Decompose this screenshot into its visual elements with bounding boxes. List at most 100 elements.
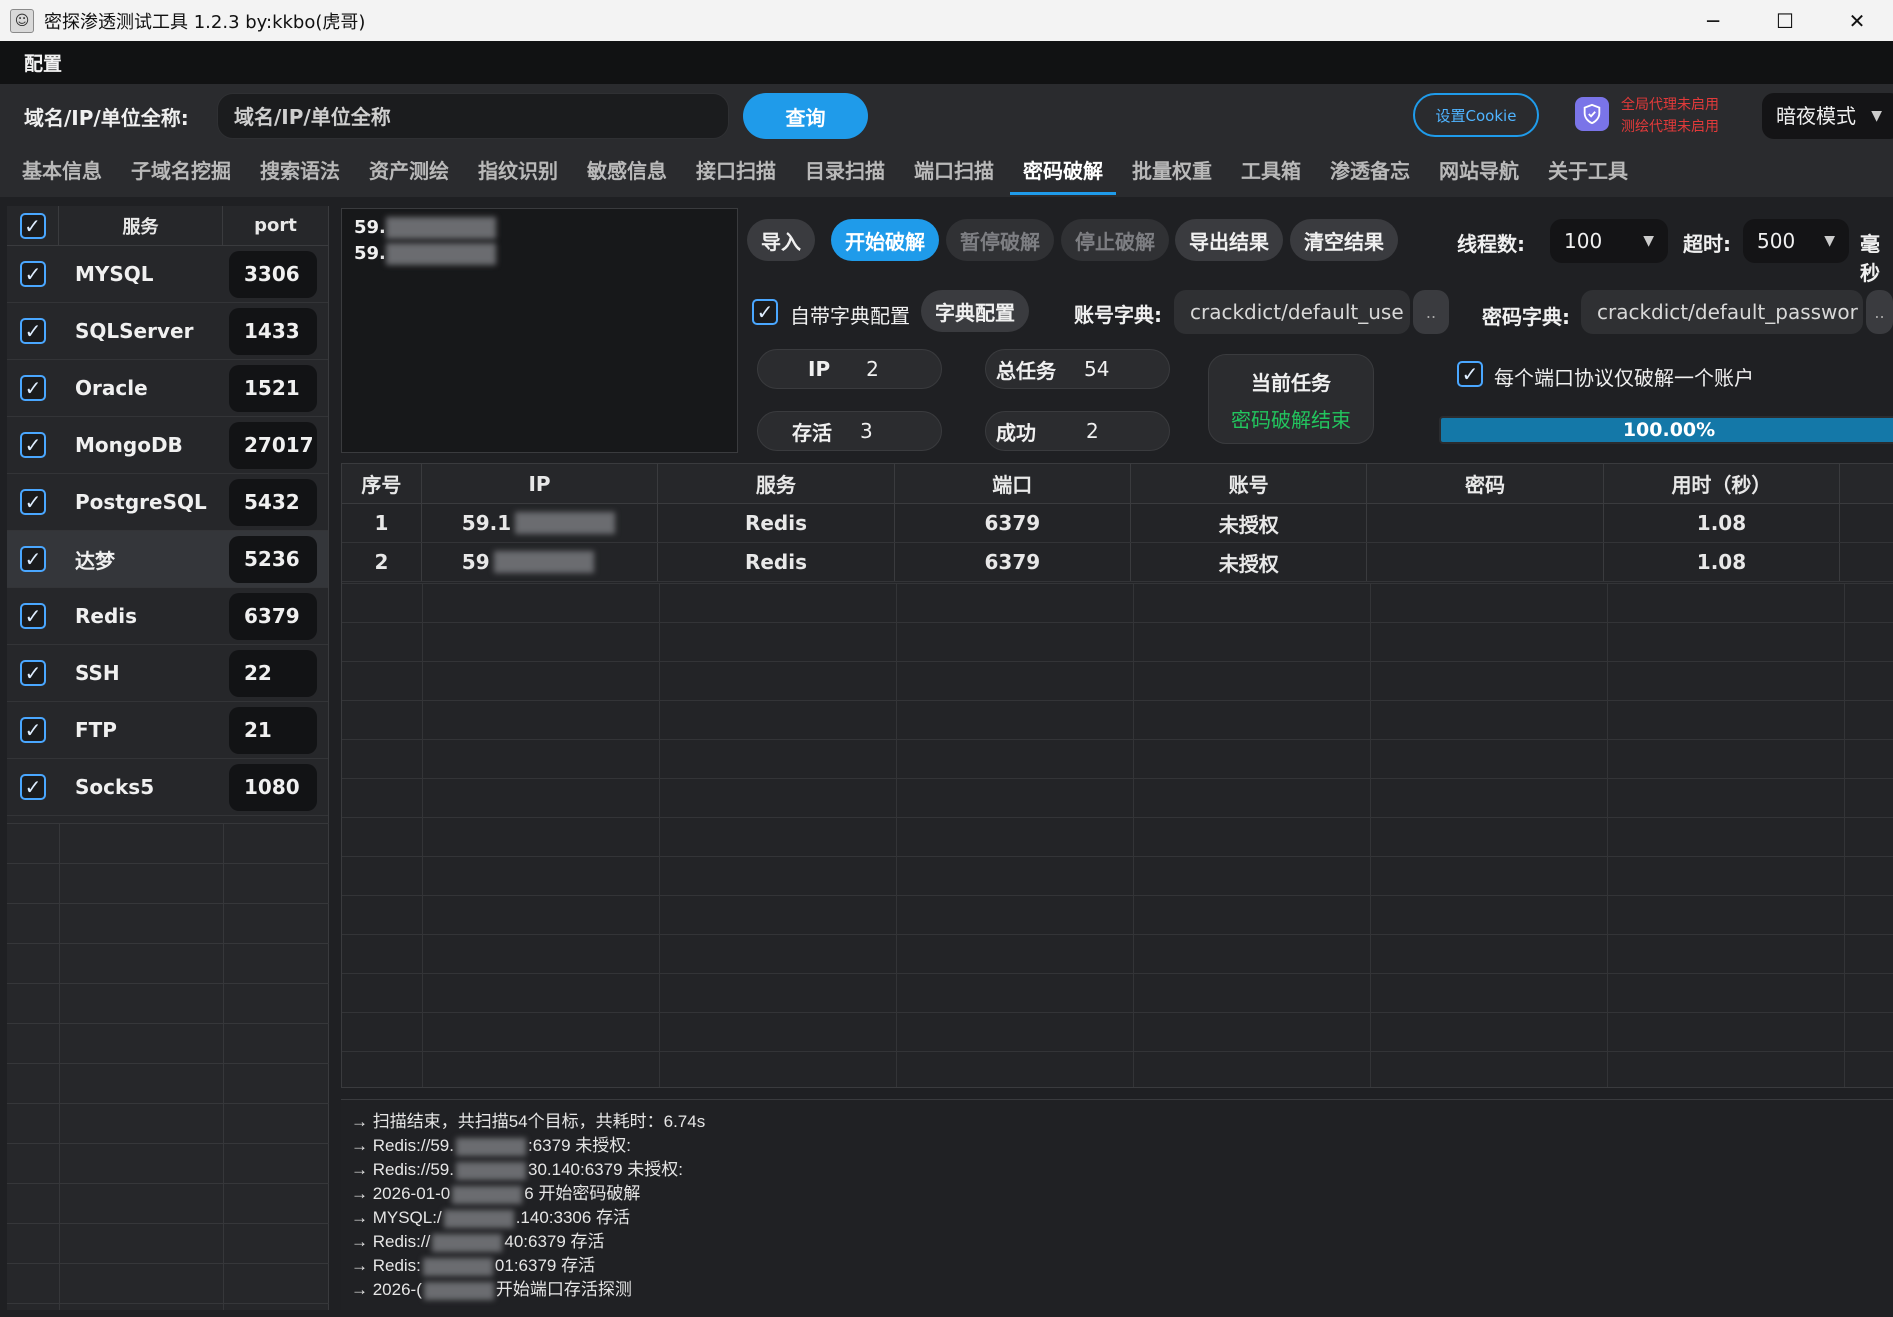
results-column-header[interactable]: 端口 (895, 464, 1131, 503)
select-all-checkbox[interactable]: ✓ (19, 212, 46, 239)
service-row[interactable]: ✓ Redis 6379 (7, 588, 328, 645)
tab-7[interactable]: 目录扫描 (792, 148, 898, 197)
table-cell-service: Redis (658, 543, 895, 581)
service-port-field[interactable]: 1080 (229, 763, 317, 811)
import-button[interactable]: 导入 (747, 219, 815, 261)
service-row[interactable]: ✓ MYSQL 3306 (7, 246, 328, 303)
service-port-field[interactable]: 22 (229, 649, 317, 697)
service-row[interactable]: ✓ SQLServer 1433 (7, 303, 328, 360)
tab-9[interactable]: 密码破解 (1010, 148, 1116, 197)
pass-dict-field[interactable]: crackdict/default_passwor (1581, 290, 1863, 334)
pass-dict-label: 密码字典: (1482, 305, 1570, 329)
service-row[interactable]: ✓ PostgreSQL 5432 (7, 474, 328, 531)
service-port-field[interactable]: 5236 (229, 535, 317, 583)
results-column-header[interactable]: 用时（秒） (1604, 464, 1841, 503)
tab-11[interactable]: 工具箱 (1228, 148, 1314, 197)
service-port-field[interactable]: 1521 (229, 364, 317, 412)
close-icon[interactable]: ✕ (1821, 0, 1893, 41)
service-list-header: ✓ 服务 port (7, 206, 328, 246)
header-port: port (254, 215, 297, 236)
service-row[interactable]: ✓ MongoDB 27017 (7, 417, 328, 474)
service-checkbox[interactable]: ✓ (20, 375, 46, 401)
chevron-down-icon: ▼ (1824, 233, 1835, 249)
pass-dict-browse-button[interactable]: .. (1866, 290, 1893, 334)
threads-select[interactable]: 100 ▼ (1550, 219, 1668, 263)
app-icon: ☺ (10, 8, 34, 33)
search-input[interactable]: 域名/IP/单位全称 (217, 93, 729, 139)
one-per-port-checkbox[interactable]: ✓ (1457, 361, 1483, 387)
user-dict-browse-button[interactable]: .. (1413, 290, 1449, 334)
results-column-header[interactable]: 账号 (1131, 464, 1368, 503)
service-port-field[interactable]: 27017 (229, 421, 317, 469)
set-cookie-button[interactable]: 设置Cookie (1413, 93, 1539, 137)
log-line: → 2026-01-0 6 开始密码破解 (351, 1184, 641, 1204)
service-checkbox[interactable]: ✓ (20, 432, 46, 458)
menu-config[interactable]: 配置 (24, 49, 62, 76)
service-list-empty-area (7, 823, 329, 1310)
maximize-icon[interactable]: ☐ (1749, 0, 1821, 41)
service-port-field[interactable]: 6379 (229, 592, 317, 640)
log-line: → Redis://59.:6379 未授权: (351, 1136, 631, 1156)
service-checkbox[interactable]: ✓ (20, 318, 46, 344)
theme-mode-select[interactable]: 暗夜模式 ▼ (1762, 93, 1893, 139)
tab-6[interactable]: 接口扫描 (683, 148, 789, 197)
start-crack-button[interactable]: 开始破解 (831, 219, 939, 261)
tab-10[interactable]: 批量权重 (1119, 148, 1225, 197)
shield-icon[interactable] (1575, 97, 1609, 131)
service-checkbox[interactable]: ✓ (20, 774, 46, 800)
results-column-header[interactable]: 服务 (658, 464, 895, 503)
tab-8[interactable]: 端口扫描 (901, 148, 1007, 197)
tab-14[interactable]: 关于工具 (1535, 148, 1641, 197)
user-dict-label: 账号字典: (1074, 303, 1162, 327)
service-port-field[interactable]: 5432 (229, 478, 317, 526)
tab-13[interactable]: 网站导航 (1426, 148, 1532, 197)
tab-4[interactable]: 指纹识别 (465, 148, 571, 197)
table-row[interactable]: 2 59 Redis 6379 未授权 1.08 (342, 543, 1893, 582)
query-button[interactable]: 查询 (743, 93, 868, 139)
service-name: PostgreSQL (75, 490, 207, 514)
window-title: 密探渗透测试工具 1.2.3 by:kkbo(虎哥) (44, 11, 366, 33)
clear-results-button[interactable]: 清空结果 (1290, 219, 1398, 261)
service-checkbox[interactable]: ✓ (20, 717, 46, 743)
proxy-status: 全局代理未启用 测绘代理未启用 (1621, 94, 1719, 138)
service-checkbox[interactable]: ✓ (20, 660, 46, 686)
stat-success: 成功 2 (985, 411, 1170, 451)
pause-crack-button[interactable]: 暂停破解 (946, 219, 1054, 261)
results-column-header (1840, 464, 1893, 503)
service-port-field[interactable]: 3306 (229, 250, 317, 298)
service-port-field[interactable]: 21 (229, 706, 317, 754)
results-column-header[interactable]: 密码 (1367, 464, 1604, 503)
tab-2[interactable]: 搜索语法 (247, 148, 353, 197)
chevron-down-icon: ▼ (1643, 233, 1654, 249)
service-checkbox[interactable]: ✓ (20, 603, 46, 629)
service-row[interactable]: ✓ 达梦 5236 (7, 531, 328, 588)
target-list[interactable]: 59. 59. (341, 208, 738, 453)
chevron-down-icon: ▼ (1871, 108, 1882, 124)
target-line: 59. (354, 243, 725, 269)
service-row[interactable]: ✓ Oracle 1521 (7, 360, 328, 417)
export-results-button[interactable]: 导出结果 (1175, 219, 1283, 261)
service-checkbox[interactable]: ✓ (20, 489, 46, 515)
table-row[interactable]: 1 59.1 Redis 6379 未授权 1.08 (342, 504, 1893, 543)
service-row[interactable]: ✓ SSH 22 (7, 645, 328, 702)
minimize-icon[interactable]: ─ (1677, 0, 1749, 41)
dict-config-button[interactable]: 字典配置 (921, 290, 1029, 332)
tab-0[interactable]: 基本信息 (9, 148, 115, 197)
service-checkbox[interactable]: ✓ (20, 261, 46, 287)
user-dict-field[interactable]: crackdict/default_use (1174, 290, 1410, 334)
stop-crack-button[interactable]: 停止破解 (1061, 219, 1169, 261)
tab-5[interactable]: 敏感信息 (574, 148, 680, 197)
service-checkbox[interactable]: ✓ (20, 546, 46, 572)
results-column-header[interactable]: 序号 (342, 464, 422, 503)
service-row[interactable]: ✓ FTP 21 (7, 702, 328, 759)
service-row[interactable]: ✓ Socks5 1080 (7, 759, 328, 816)
tab-3[interactable]: 资产测绘 (356, 148, 462, 197)
tab-1[interactable]: 子域名挖掘 (118, 148, 244, 197)
service-port-field[interactable]: 1433 (229, 307, 317, 355)
builtin-dict-checkbox[interactable]: ✓ (752, 299, 778, 325)
tab-12[interactable]: 渗透备忘 (1317, 148, 1423, 197)
timeout-select[interactable]: 500 ▼ (1743, 219, 1849, 263)
results-column-header[interactable]: IP (422, 464, 659, 503)
table-cell-account: 未授权 (1131, 504, 1368, 542)
window-controls: ─ ☐ ✕ (1677, 0, 1893, 41)
